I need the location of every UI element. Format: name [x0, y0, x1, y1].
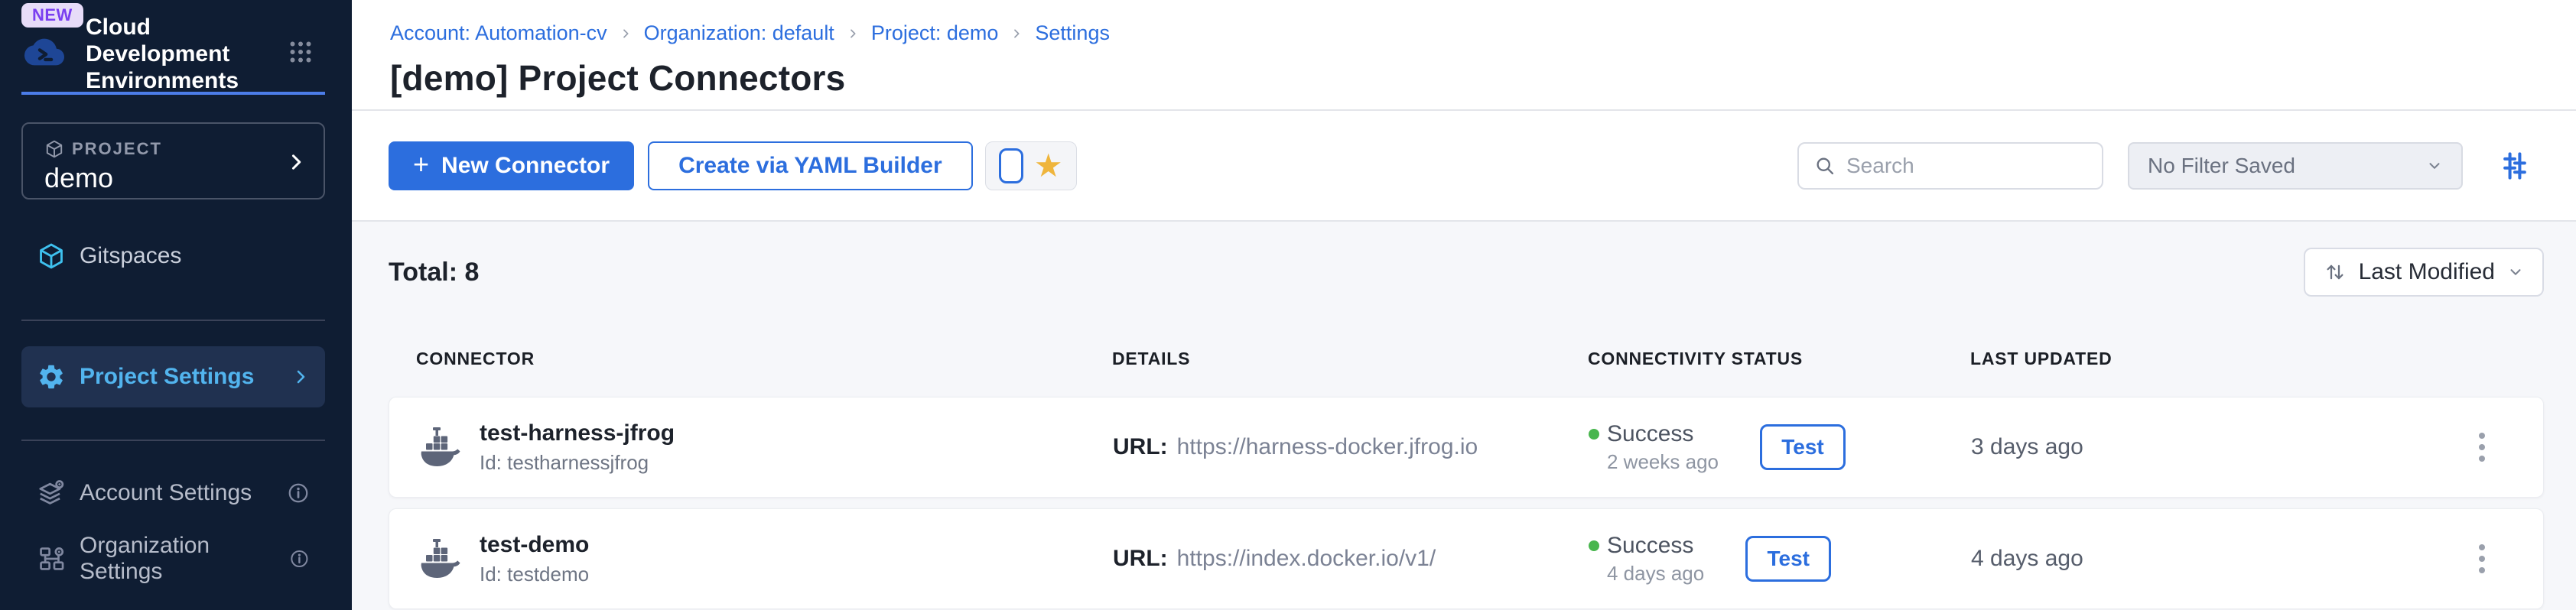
table-row[interactable]: test-harness-jfrog Id: testharnessjfrog …	[389, 397, 2544, 498]
search-box	[1797, 142, 2103, 190]
details-cell: URL: https://index.docker.io/v1/	[1113, 546, 1589, 572]
breadcrumb-organization-link[interactable]: Organization: default	[644, 21, 834, 45]
filter-settings-icon[interactable]	[2498, 149, 2532, 183]
last-updated-cell: 3 days ago	[1971, 434, 2451, 460]
breadcrumb-account-link[interactable]: Account: Automation-cv	[390, 21, 607, 45]
create-via-yaml-builder-button[interactable]: Create via YAML Builder	[648, 141, 973, 190]
status-cell: Success 4 days ago Test	[1589, 533, 1971, 586]
project-selector[interactable]: PROJECT demo	[21, 122, 325, 200]
connector-list-area: Total: 8 Last Modified CONNECTOR DETAILS…	[352, 222, 2576, 610]
brand-header: NEW Cloud Development Environments	[21, 0, 325, 95]
cloud-dev-environments-logo-icon	[21, 32, 67, 72]
toolbar: + New Connector Create via YAML Builder …	[352, 111, 2576, 222]
sort-arrows-icon	[2324, 261, 2347, 284]
sidebar-item-account-settings[interactable]: Account Settings	[21, 471, 325, 515]
status-text: Success	[1607, 421, 1693, 447]
org-chart-gear-icon	[37, 544, 66, 573]
plus-icon: +	[413, 151, 429, 178]
chevron-right-icon	[847, 28, 859, 40]
sidebar-item-label: Account Settings	[80, 480, 252, 506]
project-cube-icon	[44, 139, 64, 159]
layers-gear-icon	[37, 479, 66, 508]
breadcrumb-project-link[interactable]: Project: demo	[871, 21, 999, 45]
sidebar-item-project-settings[interactable]: Project Settings	[21, 346, 325, 407]
page-header: Account: Automation-cv Organization: def…	[352, 0, 2576, 111]
row-menu-kebab-icon[interactable]	[2451, 425, 2513, 469]
sidebar-item-organization-settings[interactable]: Organization Settings	[21, 537, 325, 581]
sidebar: NEW Cloud Development Environments PROJE…	[0, 0, 352, 610]
info-icon[interactable]	[287, 482, 310, 505]
test-connection-button[interactable]: Test	[1745, 536, 1831, 582]
sidebar-item-label: Organization Settings	[80, 533, 275, 585]
row-menu-kebab-icon[interactable]	[2451, 537, 2513, 581]
chevron-down-icon	[2507, 264, 2524, 281]
status-text: Success	[1607, 533, 1693, 559]
connector-cell: test-demo Id: testdemo	[417, 532, 1113, 586]
connector-id: Id: testdemo	[480, 563, 589, 586]
docker-icon	[417, 424, 466, 470]
info-icon[interactable]	[289, 547, 310, 570]
list-toolbar: Total: 8 Last Modified	[389, 248, 2544, 297]
app-title: Cloud Development Environments	[86, 14, 262, 94]
sidebar-item-label: Project Settings	[80, 364, 254, 390]
status-time: 2 weeks ago	[1607, 450, 1719, 474]
gitspaces-cube-icon	[37, 242, 66, 271]
chevron-right-icon	[285, 151, 307, 173]
sort-dropdown[interactable]: Last Modified	[2304, 248, 2544, 297]
gear-icon	[37, 362, 66, 391]
chevron-right-icon	[1010, 28, 1023, 40]
breadcrumb: Account: Automation-cv Organization: def…	[390, 21, 2545, 45]
chevron-down-icon	[2426, 157, 2443, 174]
chevron-right-icon	[620, 28, 632, 40]
connector-name: test-demo	[480, 532, 589, 558]
column-header-connectivity-status: CONNECTIVITY STATUS	[1588, 349, 1970, 369]
success-status-dot	[1589, 540, 1599, 551]
column-header-connector: CONNECTOR	[416, 349, 1112, 369]
docker-icon	[417, 536, 466, 582]
url-label: URL:	[1113, 546, 1168, 572]
project-label: PROJECT	[72, 139, 162, 159]
breadcrumb-settings-link[interactable]: Settings	[1035, 21, 1110, 45]
star-icon[interactable]: ★	[1034, 150, 1063, 182]
connector-id: Id: testharnessjfrog	[480, 451, 675, 475]
main-content: Account: Automation-cv Organization: def…	[352, 0, 2576, 610]
last-updated-cell: 4 days ago	[1971, 546, 2451, 572]
sort-label: Last Modified	[2359, 259, 2495, 285]
details-cell: URL: https://harness-docker.jfrog.io	[1113, 434, 1589, 460]
test-connection-button[interactable]: Test	[1760, 424, 1846, 470]
app-switcher-grid-icon[interactable]	[287, 38, 314, 66]
search-input[interactable]	[1846, 154, 2086, 178]
sidebar-divider	[21, 440, 325, 441]
new-badge: NEW	[21, 3, 83, 28]
status-cell: Success 2 weeks ago Test	[1589, 421, 1971, 474]
project-name: demo	[44, 162, 113, 194]
url-value: https://harness-docker.jfrog.io	[1177, 434, 1478, 460]
chevron-right-icon	[291, 368, 310, 386]
favorites-filter-group: ★	[985, 141, 1077, 190]
table-body: test-harness-jfrog Id: testharnessjfrog …	[389, 397, 2544, 609]
favorites-checkbox[interactable]	[999, 148, 1023, 183]
page-title: [demo] Project Connectors	[390, 57, 2545, 99]
sidebar-item-gitspaces[interactable]: Gitspaces	[21, 235, 325, 277]
table-row[interactable]: test-demo Id: testdemo URL: https://inde…	[389, 508, 2544, 609]
status-time: 4 days ago	[1607, 562, 1704, 586]
total-count: Total: 8	[389, 258, 479, 287]
connector-cell: test-harness-jfrog Id: testharnessjfrog	[417, 420, 1113, 475]
url-value: https://index.docker.io/v1/	[1177, 546, 1436, 572]
saved-filter-label: No Filter Saved	[2148, 154, 2295, 178]
search-icon	[1814, 155, 1836, 177]
sidebar-divider	[21, 320, 325, 321]
sidebar-item-label: Gitspaces	[80, 243, 181, 269]
url-label: URL:	[1113, 434, 1168, 460]
column-header-details: DETAILS	[1112, 349, 1588, 369]
new-connector-button[interactable]: + New Connector	[389, 141, 634, 190]
success-status-dot	[1589, 429, 1599, 440]
connector-name: test-harness-jfrog	[480, 420, 675, 446]
saved-filter-dropdown[interactable]: No Filter Saved	[2128, 142, 2463, 190]
table-header-row: CONNECTOR DETAILS CONNECTIVITY STATUS LA…	[389, 349, 2544, 369]
column-header-last-updated: LAST UPDATED	[1970, 349, 2452, 369]
